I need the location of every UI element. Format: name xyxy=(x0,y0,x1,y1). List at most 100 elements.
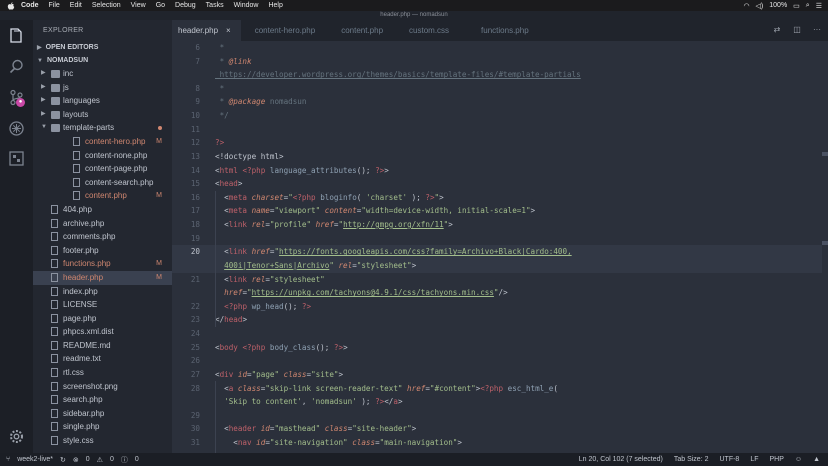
tab-functions-php[interactable]: functions.php xyxy=(459,20,539,41)
settings-gear-icon[interactable] xyxy=(8,428,25,445)
tree-item-readme-md[interactable]: README.md xyxy=(33,339,172,353)
tree-item-content-php[interactable]: content.php M xyxy=(33,189,172,203)
code-line[interactable]: 400i|Tenor+Sans|Archivo" rel="stylesheet… xyxy=(172,258,822,273)
warnings-icon[interactable]: ⚠ xyxy=(97,456,103,464)
code-line[interactable]: 28 <a class="skip-link screen-reader-tex… xyxy=(172,382,822,396)
volume-icon[interactable]: ◁) xyxy=(756,2,764,10)
code-line[interactable]: 19 xyxy=(172,232,822,246)
info-icon[interactable]: ⓘ xyxy=(121,455,128,465)
code-line[interactable]: 29 xyxy=(172,409,822,423)
code-line[interactable]: 11 xyxy=(172,123,822,137)
menu-tasks[interactable]: Tasks xyxy=(206,2,224,9)
menu-go[interactable]: Go xyxy=(156,2,165,9)
menu-window[interactable]: Window xyxy=(234,2,259,9)
tree-item-layouts[interactable]: ▶ layouts xyxy=(33,108,172,122)
code-line[interactable]: 21 <link rel="stylesheet" xyxy=(172,273,822,287)
code-line[interactable]: 12 ?> xyxy=(172,136,822,150)
spotlight-icon[interactable]: ⌕ xyxy=(806,2,810,10)
tree-item-sidebar-php[interactable]: sidebar.php xyxy=(33,407,172,421)
search-icon[interactable] xyxy=(8,58,25,75)
code-line[interactable]: 13 <!doctype html> xyxy=(172,150,822,164)
menu-help[interactable]: Help xyxy=(268,2,282,9)
code-line[interactable]: 26 xyxy=(172,354,822,368)
tree-item-search-php[interactable]: search.php xyxy=(33,393,172,407)
code-line[interactable]: 25 <body <?php body_class(); ?>> xyxy=(172,341,822,355)
code-line[interactable]: 16 <meta charset="<?php bloginfo( 'chars… xyxy=(172,191,822,205)
wifi-icon[interactable]: ◠ xyxy=(743,2,749,10)
code-line[interactable]: 18 <link rel="profile" href="http://gmpg… xyxy=(172,218,822,232)
open-editors-section[interactable]: ▶ OPEN EDITORS xyxy=(33,41,172,54)
tab-size[interactable]: Tab Size: 2 xyxy=(674,456,709,463)
code-line[interactable]: 31 <nav id="site-navigation" class="main… xyxy=(172,436,822,450)
code-line[interactable]: 20 <link href="https://fonts.googleapis.… xyxy=(172,245,822,259)
warnings-count[interactable]: 0 xyxy=(110,456,114,463)
menu-app-name[interactable]: Code xyxy=(21,2,39,9)
code-line[interactable]: 15 <head> xyxy=(172,177,822,191)
tree-item-content-page-php[interactable]: content-page.php xyxy=(33,162,172,176)
code-line[interactable]: 14 <html <?php language_attributes(); ?>> xyxy=(172,164,822,178)
tree-item-template-parts[interactable]: ▼ template-parts xyxy=(33,121,172,135)
tree-item-content-hero-php[interactable]: content-hero.php M xyxy=(33,135,172,149)
menu-edit[interactable]: Edit xyxy=(70,2,82,9)
tree-item-js[interactable]: ▶ js xyxy=(33,81,172,95)
scrollbar-marker[interactable] xyxy=(822,241,828,245)
notifications-bell-icon[interactable]: ▲ xyxy=(813,456,820,463)
code-editor[interactable]: 6 * 7 * @link https://developer.wordpress… xyxy=(172,41,828,453)
encoding[interactable]: UTF-8 xyxy=(719,456,739,463)
apple-icon[interactable] xyxy=(7,1,15,10)
code-line[interactable]: 10 */ xyxy=(172,109,822,123)
menu-view[interactable]: View xyxy=(131,2,146,9)
tree-item-style-css[interactable]: style.css xyxy=(33,434,172,448)
tab-custom-css[interactable]: custom.css xyxy=(393,20,459,41)
battery-icon[interactable]: ▭ xyxy=(793,2,800,10)
tree-item-functions-php[interactable]: functions.php M xyxy=(33,257,172,271)
tab-content-hero-php[interactable]: content-hero.php xyxy=(241,20,326,41)
tree-item-content-none-php[interactable]: content-none.php xyxy=(33,149,172,163)
end-of-line[interactable]: LF xyxy=(750,456,758,463)
tree-item-header-php[interactable]: header.php M xyxy=(33,270,172,285)
code-line[interactable]: 6 * xyxy=(172,41,822,55)
tab-content-php[interactable]: content.php xyxy=(325,20,393,41)
notification-center-icon[interactable]: ☰ xyxy=(816,2,822,10)
tree-item-rtl-css[interactable]: rtl.css xyxy=(33,366,172,380)
debug-icon[interactable] xyxy=(8,120,25,137)
code-line[interactable]: href="https://unpkg.com/tachyons@4.9.1/c… xyxy=(172,286,822,300)
code-line[interactable]: 17 <meta name="viewport" content="width=… xyxy=(172,204,822,218)
close-icon[interactable]: × xyxy=(226,26,231,35)
explorer-icon[interactable] xyxy=(8,27,25,44)
tree-item-404-php[interactable]: 404.php xyxy=(33,203,172,217)
tree-item-phpcs-xml-dist[interactable]: phpcs.xml.dist xyxy=(33,325,172,339)
code-line[interactable]: 8 * xyxy=(172,82,822,96)
tree-item-index-php[interactable]: index.php xyxy=(33,285,172,299)
code-line[interactable]: 23 </head> xyxy=(172,313,822,327)
tab-header-php[interactable]: header.php × xyxy=(172,20,241,41)
errors-count[interactable]: 0 xyxy=(86,456,90,463)
code-line[interactable]: 30 <header id="masthead" class="site-hea… xyxy=(172,422,822,436)
menu-debug[interactable]: Debug xyxy=(175,2,196,9)
project-section[interactable]: ▼ NOMADSUN xyxy=(33,54,172,67)
code-line[interactable]: https://developer.wordpress.org/themes/b… xyxy=(172,68,822,82)
split-editor-icon[interactable]: ◫ xyxy=(792,25,802,35)
tree-item-content-search-php[interactable]: content-search.php xyxy=(33,176,172,190)
tree-item-readme-txt[interactable]: readme.txt xyxy=(33,352,172,366)
code-line[interactable]: 7 * @link xyxy=(172,55,822,69)
tree-item-inc[interactable]: ▶ inc xyxy=(33,67,172,81)
tree-item-archive-php[interactable]: archive.php xyxy=(33,217,172,231)
tree-item-screenshot-png[interactable]: screenshot.png xyxy=(33,380,172,394)
code-line[interactable]: 22 <?php wp_head(); ?> xyxy=(172,300,822,314)
tree-item-comments-php[interactable]: comments.php xyxy=(33,230,172,244)
open-changes-icon[interactable]: ⇄ xyxy=(772,25,782,35)
tree-item-license[interactable]: LICENSE xyxy=(33,298,172,312)
branch-icon[interactable]: ⑂ xyxy=(6,456,10,463)
code-line[interactable]: 9 * @package nomadsun xyxy=(172,95,822,109)
menu-selection[interactable]: Selection xyxy=(92,2,121,9)
branch-name[interactable]: week2-live* xyxy=(17,456,53,463)
info-count[interactable]: 0 xyxy=(135,456,139,463)
code-line[interactable]: 'Skip to content', 'nomadsun' ); ?></a> xyxy=(172,395,822,409)
feedback-smiley-icon[interactable]: ☺ xyxy=(795,456,802,463)
extensions-icon[interactable] xyxy=(8,150,25,167)
sync-icon[interactable]: ↻ xyxy=(60,456,66,464)
scrollbar-marker[interactable] xyxy=(822,152,828,156)
cursor-position[interactable]: Ln 20, Col 102 (7 selected) xyxy=(579,456,663,463)
menu-file[interactable]: File xyxy=(49,2,60,9)
